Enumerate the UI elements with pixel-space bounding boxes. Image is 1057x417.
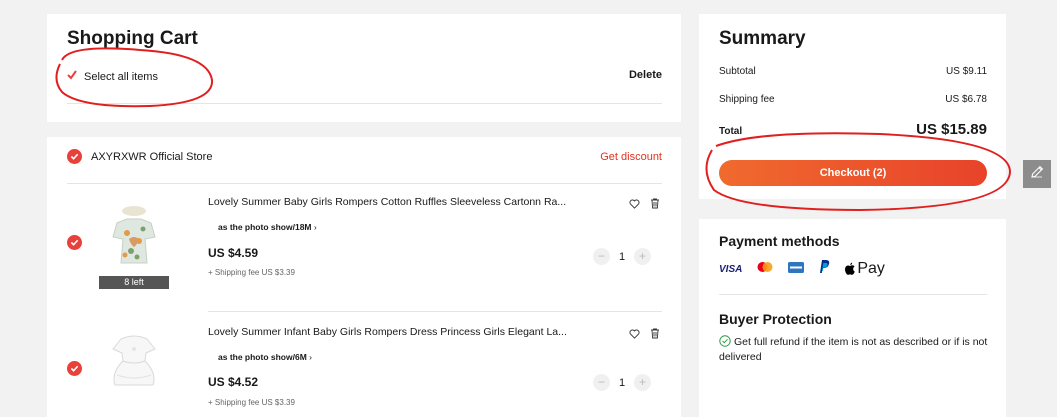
subtotal-label: Subtotal xyxy=(719,66,756,77)
pencil-icon xyxy=(1029,164,1045,185)
store-header: AXYRXWR Official Store Get discount xyxy=(67,149,662,164)
stock-badge: 8 left xyxy=(99,276,169,289)
payment-icons: VISA Pay xyxy=(719,259,885,279)
increase-button[interactable]: + xyxy=(634,374,651,391)
variant-selector[interactable]: as the photo show/18M › xyxy=(218,222,317,232)
select-all-checkbox[interactable]: Select all items xyxy=(67,70,158,83)
quantity-value: 1 xyxy=(618,376,626,389)
cart-item: Lovely Summer Infant Baby Girls Rompers … xyxy=(47,315,681,417)
chevron-right-icon: › xyxy=(313,222,317,232)
summary-panel: Summary Subtotal US $9.11 Shipping fee U… xyxy=(699,14,1006,199)
shield-check-icon xyxy=(719,335,731,351)
shipping-fee: + Shipping fee US $3.39 xyxy=(208,268,295,277)
apple-pay-icon: Pay xyxy=(844,260,885,278)
visa-icon: VISA xyxy=(719,263,743,275)
divider xyxy=(719,294,987,295)
shipping-row: Shipping fee US $6.78 xyxy=(719,94,987,105)
store-select-checkbox[interactable] xyxy=(67,149,82,164)
select-all-label: Select all items xyxy=(84,70,158,83)
divider xyxy=(208,311,662,312)
total-label: Total xyxy=(719,126,743,137)
variant-selector[interactable]: as the photo show/6M › xyxy=(218,352,312,362)
product-image[interactable]: 8 left xyxy=(99,193,169,289)
payment-methods-title: Payment methods xyxy=(719,233,840,249)
cart-header-panel: Shopping Cart Select all items Delete xyxy=(47,14,681,122)
variant-label: as the photo show/18M xyxy=(218,222,312,232)
quantity-stepper: − 1 + xyxy=(593,374,651,391)
apple-pay-label: Pay xyxy=(857,260,885,277)
decrease-button[interactable]: − xyxy=(593,248,610,265)
product-title-link[interactable]: Lovely Summer Infant Baby Girls Rompers … xyxy=(208,326,628,338)
page-title: Shopping Cart xyxy=(67,28,198,49)
product-price: US $4.59 xyxy=(208,246,259,260)
delete-button[interactable]: Delete xyxy=(629,69,662,81)
payment-panel: Payment methods VISA Pay Buyer Protectio… xyxy=(699,219,1006,417)
shipping-fee: + Shipping fee US $3.39 xyxy=(208,398,295,407)
checkmark-icon xyxy=(67,70,77,83)
trash-icon[interactable] xyxy=(650,326,660,344)
heart-icon[interactable] xyxy=(629,326,640,344)
cart-item: 8 left Lovely Summer Baby Girls Rompers … xyxy=(47,191,681,312)
paypal-icon xyxy=(818,259,830,279)
trash-icon[interactable] xyxy=(650,196,660,214)
quantity-stepper: − 1 + xyxy=(593,248,651,265)
item-select-checkbox[interactable] xyxy=(67,361,82,376)
subtotal-value: US $9.11 xyxy=(946,66,987,77)
buyer-protection-label: Get full refund if the item is not as de… xyxy=(719,336,988,363)
checkout-button[interactable]: Checkout (2) xyxy=(719,160,987,186)
product-price: US $4.52 xyxy=(208,375,259,389)
product-title-link[interactable]: Lovely Summer Baby Girls Rompers Cotton … xyxy=(208,196,628,208)
quantity-value: 1 xyxy=(618,250,626,263)
mastercard-icon xyxy=(756,260,774,278)
subtotal-row: Subtotal US $9.11 xyxy=(719,66,987,77)
shipping-value: US $6.78 xyxy=(945,94,987,105)
product-image[interactable] xyxy=(99,315,169,411)
edit-button[interactable] xyxy=(1023,160,1051,188)
decrease-button[interactable]: − xyxy=(593,374,610,391)
divider xyxy=(67,183,662,184)
total-row: Total US $15.89 xyxy=(719,121,987,138)
heart-icon[interactable] xyxy=(629,196,640,214)
divider xyxy=(67,103,662,104)
buyer-protection-title: Buyer Protection xyxy=(719,311,832,327)
store-name-link[interactable]: AXYRXWR Official Store xyxy=(91,151,212,163)
variant-label: as the photo show/6M xyxy=(218,352,307,362)
increase-button[interactable]: + xyxy=(634,248,651,265)
chevron-right-icon: › xyxy=(309,352,312,362)
buyer-protection-text: Get full refund if the item is not as de… xyxy=(719,335,994,364)
store-panel: AXYRXWR Official Store Get discount 8 le… xyxy=(47,137,681,417)
summary-title: Summary xyxy=(719,28,806,49)
amex-icon xyxy=(788,260,805,278)
get-discount-link[interactable]: Get discount xyxy=(600,151,662,163)
total-value: US $15.89 xyxy=(916,121,987,138)
shipping-label: Shipping fee xyxy=(719,94,775,105)
item-select-checkbox[interactable] xyxy=(67,235,82,250)
